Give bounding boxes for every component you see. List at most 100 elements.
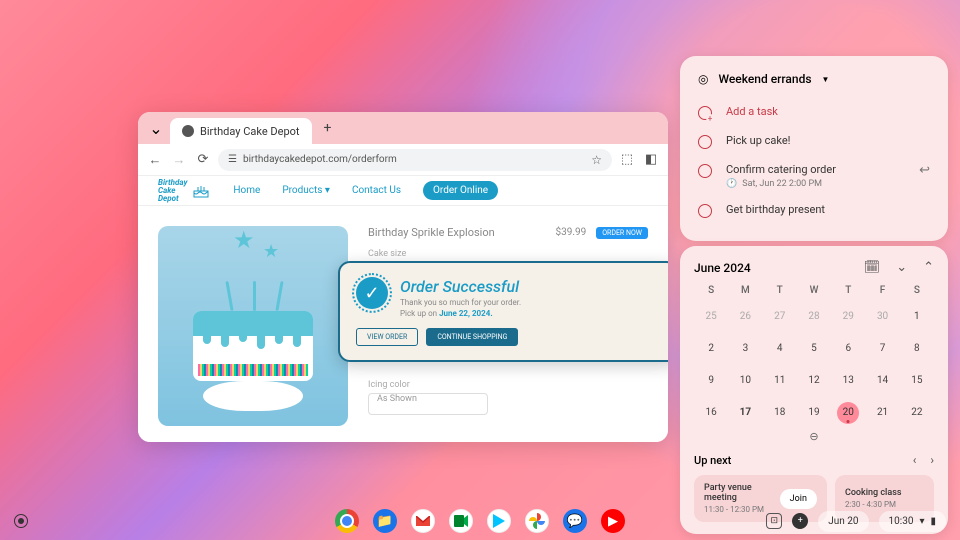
calendar-dow: M <box>728 285 762 296</box>
add-task-icon <box>698 106 712 120</box>
gmail-icon[interactable] <box>411 509 435 533</box>
bookmark-icon[interactable]: ☆ <box>591 153 602 167</box>
site-logo[interactable]: Birthday Cake Depot <box>158 179 211 203</box>
extensions-icon[interactable]: ⬚ <box>618 151 636 169</box>
calendar-day[interactable]: 1 <box>906 306 928 328</box>
calendar-icon[interactable]: 🗓︎ <box>864 260 881 275</box>
check-circle-icon: ◎ <box>698 72 708 86</box>
order-now-badge[interactable]: ORDER NOW <box>596 227 648 239</box>
calendar-dow: F <box>865 285 899 296</box>
repeat-icon[interactable]: ↩ <box>919 163 930 178</box>
calendar-day[interactable]: 3 <box>734 338 756 360</box>
next-icon[interactable]: › <box>930 453 934 467</box>
icing-label: Icing color <box>368 380 648 390</box>
calendar-panel: June 2024 🗓︎ ⌄ ⌃ SMTWTFS2526272829301234… <box>680 246 948 534</box>
calendar-day[interactable]: 29 <box>837 306 859 328</box>
site-nav: Birthday Cake Depot Home Products ▾ Cont… <box>138 176 668 206</box>
forward-button[interactable]: → <box>170 151 188 169</box>
chevron-down-icon[interactable]: ⌄ <box>896 260 907 275</box>
task-item[interactable]: Pick up cake! <box>698 127 930 156</box>
calendar-day[interactable]: 13 <box>837 370 859 392</box>
calendar-day[interactable]: 7 <box>872 338 894 360</box>
tasks-list-selector[interactable]: ◎ Weekend errands ▼ <box>698 72 930 86</box>
screen-capture-icon[interactable]: ⊡ <box>766 513 782 529</box>
calendar-day[interactable]: 25 <box>700 306 722 328</box>
nav-products[interactable]: Products ▾ <box>282 185 330 196</box>
add-task-button[interactable]: Add a task <box>698 98 930 127</box>
date-pill[interactable]: Jun 20 <box>818 511 868 532</box>
calendar-day[interactable]: 5 <box>803 338 825 360</box>
favicon-icon <box>182 125 194 137</box>
launcher-button[interactable] <box>14 514 28 528</box>
chrome-icon[interactable] <box>335 509 359 533</box>
chevron-up-icon[interactable]: ⌃ <box>923 260 934 275</box>
calendar-dow: T <box>763 285 797 296</box>
calendar-day[interactable]: 26 <box>734 306 756 328</box>
url-bar[interactable]: ☰ birthdaycakedepot.com/orderform ☆ <box>218 149 612 171</box>
nav-home[interactable]: Home <box>233 185 260 196</box>
clock-icon: 🕐 <box>726 179 737 189</box>
messages-icon[interactable]: 💬 <box>563 509 587 533</box>
calendar-day[interactable]: 16 <box>700 402 722 424</box>
calendar-day[interactable]: 2 <box>700 338 722 360</box>
task-checkbox[interactable] <box>698 204 712 218</box>
size-label: Cake size <box>368 249 648 259</box>
upnext-label: Up next <box>694 454 731 467</box>
task-item[interactable]: Confirm catering order 🕐Sat, Jun 22 2:00… <box>698 156 930 196</box>
meet-icon[interactable] <box>449 509 473 533</box>
calendar-grid: SMTWTFS252627282930123456789101112131415… <box>694 285 934 424</box>
collapse-icon[interactable]: ⊖ <box>694 430 934 443</box>
calendar-day[interactable]: 20 <box>837 402 859 424</box>
add-icon[interactable]: + <box>792 513 808 529</box>
product-title: Birthday Sprikle Explosion <box>368 226 495 239</box>
files-icon[interactable]: 📁 <box>373 509 397 533</box>
status-tray[interactable]: 10:30 ▾ ▮ <box>879 511 946 532</box>
modal-line1: Thank you so much for your order. <box>400 298 521 307</box>
calendar-day[interactable]: 9 <box>700 370 722 392</box>
view-order-button[interactable]: VIEW ORDER <box>356 328 418 346</box>
page-content: Birthday Cake Depot Home Products ▾ Cont… <box>138 176 668 442</box>
order-success-modal: ✓ Order Successful Thank you so much for… <box>338 261 668 362</box>
calendar-day[interactable]: 28 <box>803 306 825 328</box>
browser-window: ⌄ Birthday Cake Depot + ← → ⟳ ☰ birthday… <box>138 112 668 442</box>
sidepanel-icon[interactable]: ◧ <box>642 151 660 169</box>
calendar-day[interactable]: 8 <box>906 338 928 360</box>
calendar-day[interactable]: 17 <box>734 402 756 424</box>
play-store-icon[interactable] <box>487 509 511 533</box>
product-price: $39.99 <box>555 227 586 238</box>
new-tab-button[interactable]: + <box>316 116 340 140</box>
calendar-month: June 2024 <box>694 261 751 275</box>
calendar-day[interactable]: 19 <box>803 402 825 424</box>
calendar-day[interactable]: 21 <box>872 402 894 424</box>
icing-select[interactable]: As Shown <box>368 393 488 415</box>
calendar-day[interactable]: 4 <box>769 338 791 360</box>
site-info-icon[interactable]: ☰ <box>228 154 237 165</box>
reload-button[interactable]: ⟳ <box>194 151 212 169</box>
calendar-day[interactable]: 6 <box>837 338 859 360</box>
photos-icon[interactable] <box>525 509 549 533</box>
calendar-day[interactable]: 10 <box>734 370 756 392</box>
url-text: birthdaycakedepot.com/orderform <box>243 154 397 165</box>
calendar-day[interactable]: 27 <box>769 306 791 328</box>
browser-tab[interactable]: Birthday Cake Depot <box>170 118 312 144</box>
continue-shopping-button[interactable]: CONTINUE SHOPPING <box>426 328 518 346</box>
calendar-day[interactable]: 14 <box>872 370 894 392</box>
back-button[interactable]: ← <box>146 151 164 169</box>
calendar-day[interactable]: 18 <box>769 402 791 424</box>
youtube-icon[interactable]: ▶ <box>601 509 625 533</box>
task-checkbox[interactable] <box>698 135 712 149</box>
calendar-day[interactable]: 12 <box>803 370 825 392</box>
calendar-dow: W <box>797 285 831 296</box>
order-online-button[interactable]: Order Online <box>423 181 498 200</box>
calendar-day[interactable]: 15 <box>906 370 928 392</box>
tab-search-icon[interactable]: ⌄ <box>146 118 166 138</box>
calendar-day[interactable]: 30 <box>872 306 894 328</box>
calendar-day[interactable]: 22 <box>906 402 928 424</box>
tab-title: Birthday Cake Depot <box>200 125 300 138</box>
task-item[interactable]: Get birthday present <box>698 196 930 225</box>
task-checkbox[interactable] <box>698 164 712 178</box>
tab-strip: ⌄ Birthday Cake Depot + <box>138 112 668 144</box>
prev-icon[interactable]: ‹ <box>913 453 917 467</box>
calendar-day[interactable]: 11 <box>769 370 791 392</box>
nav-contact[interactable]: Contact Us <box>352 185 401 196</box>
